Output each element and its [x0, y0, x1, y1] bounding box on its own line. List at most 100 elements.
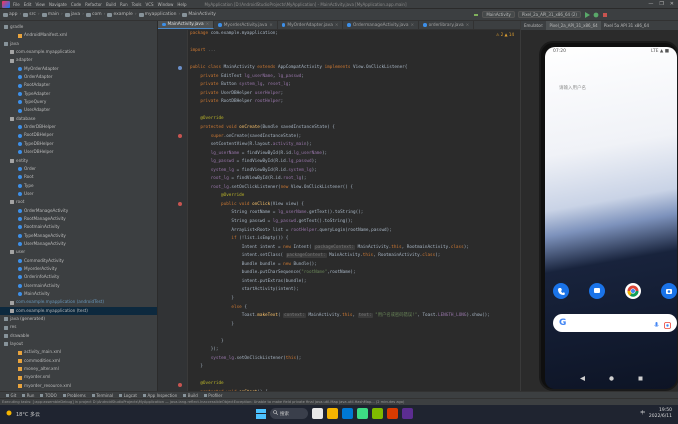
tool-window-button[interactable]: Git — [6, 393, 16, 398]
lens-icon[interactable] — [664, 314, 671, 333]
code-line[interactable]: else { — [190, 304, 520, 313]
hammer-icon[interactable] — [473, 12, 479, 18]
code-line[interactable]: private UserDBHelper userHelper; — [190, 90, 520, 99]
google-search-bar[interactable]: G — [553, 314, 677, 332]
project-tree-item[interactable]: user — [0, 248, 157, 256]
chrome-app-icon[interactable] — [625, 283, 641, 299]
project-tree-item[interactable]: RootmainActivity — [0, 223, 157, 231]
phone-screen[interactable]: 07:20 LTE ▲ ■ 请输入用户名 G — [545, 47, 677, 389]
override-marker-icon[interactable] — [178, 202, 182, 206]
menu-item-refactor[interactable]: Refactor — [85, 2, 102, 7]
breadcrumb-item[interactable]: MainActivity — [188, 12, 216, 17]
code-line[interactable]: bundle.putCharSequence("rootName",rootNa… — [190, 269, 520, 278]
project-tree-item[interactable]: OrderinfoActivity — [0, 273, 157, 281]
code-line[interactable]: private Button system_lg, reset_lg; — [190, 81, 520, 90]
run-icon[interactable] — [584, 11, 590, 18]
project-tree-item[interactable]: MyorderActivity — [0, 265, 157, 273]
code-line[interactable]: package com.example.myapplication; — [190, 30, 520, 39]
project-tree-item[interactable]: Order — [0, 165, 157, 173]
project-tree-item[interactable]: java — [0, 40, 157, 48]
code-line[interactable]: String rootName = lg_userName.getText().… — [190, 209, 520, 218]
code-line[interactable]: Bundle bundle = new Bundle(); — [190, 261, 520, 270]
project-tree-item[interactable]: myorder.xml — [0, 373, 157, 381]
project-tree-item[interactable]: root — [0, 198, 157, 206]
close-tab-icon[interactable]: × — [335, 21, 339, 29]
code-line[interactable]: intent.putExtras(bundle); — [190, 278, 520, 287]
code-editor[interactable]: package com.example.myapplication; impor… — [158, 30, 520, 391]
project-tree-item[interactable]: OrderDBHelper — [0, 123, 157, 131]
project-tree-item[interactable]: TypeDBHelper — [0, 140, 157, 148]
project-tree-item[interactable]: MainActivity — [0, 290, 157, 298]
device-select[interactable]: Pixel_2a_API_31_x86_64 (2) — [517, 11, 581, 18]
project-tree-item[interactable]: OrderAdapter — [0, 73, 157, 81]
code-line[interactable]: public class MainActivity extends AppCom… — [190, 64, 520, 73]
app-icon[interactable] — [402, 408, 413, 419]
code-line[interactable]: public void onClick(View view) { — [190, 201, 520, 210]
project-tree-item[interactable]: CommodityActivity — [0, 257, 157, 265]
editor-tab[interactable]: orderlibrary.java × — [419, 21, 475, 29]
android-studio-icon[interactable] — [357, 408, 368, 419]
code-area[interactable]: package com.example.myapplication; impor… — [190, 30, 520, 391]
code-line[interactable] — [190, 39, 520, 48]
override-marker-icon[interactable] — [178, 134, 182, 138]
close-button[interactable]: ✕ — [670, 1, 674, 7]
run-config-select[interactable]: MainActivity — [482, 11, 515, 18]
clock[interactable]: 19:50 2022/6/11 — [649, 408, 672, 420]
menu-item-file[interactable]: File — [13, 2, 20, 7]
task-view-icon[interactable] — [312, 408, 323, 419]
breadcrumb-item[interactable]: com — [92, 12, 102, 17]
breadcrumb-item[interactable]: src — [29, 12, 36, 17]
project-tree-item[interactable]: TypeAdapter — [0, 90, 157, 98]
camera-app-icon[interactable] — [661, 283, 677, 299]
code-line[interactable]: Toast.makeText( context: MainActivity.th… — [190, 312, 520, 321]
editor-tab[interactable]: MyorderActivity.java × — [214, 21, 278, 29]
breadcrumb-item[interactable]: example — [113, 12, 132, 17]
tool-window-button[interactable]: App Inspection — [143, 393, 177, 398]
tool-window-button[interactable]: Terminal — [91, 393, 113, 398]
code-line[interactable]: @Override — [190, 380, 520, 389]
code-line[interactable]: super.onCreate(savedInstanceState); — [190, 133, 520, 142]
debug-icon[interactable] — [593, 12, 599, 18]
code-line[interactable]: system_lg.setOnClickListener(this); — [190, 355, 520, 364]
override-marker-icon[interactable] — [178, 383, 182, 387]
code-line[interactable] — [190, 107, 520, 116]
project-tree-item[interactable]: gradle — [0, 23, 157, 31]
menu-item-view[interactable]: View — [35, 2, 45, 7]
breadcrumb-item[interactable]: myapplication — [145, 12, 177, 17]
project-tree-item[interactable]: com.example.myapplication (androidTest) — [0, 298, 157, 306]
project-tree-item[interactable]: Type — [0, 182, 157, 190]
line-gutter[interactable] — [158, 30, 188, 391]
project-tree-item[interactable]: java (generated) — [0, 315, 157, 323]
menu-item-help[interactable]: Help — [177, 2, 186, 7]
project-tree-item[interactable]: com.example.myapplication (test) — [0, 306, 157, 316]
project-tree-item[interactable]: TypeManageActivity — [0, 232, 157, 240]
code-line[interactable]: if (!list.isEmpty()) { — [190, 235, 520, 244]
breadcrumb-item[interactable]: java — [71, 12, 80, 17]
menu-item-navigate[interactable]: Navigate — [49, 2, 67, 7]
mic-icon[interactable] — [654, 314, 659, 333]
project-tree-item[interactable]: commodities.xml — [0, 357, 157, 365]
close-tab-icon[interactable]: × — [269, 21, 273, 29]
editor-tab[interactable]: MainActivity.java × — [158, 21, 215, 29]
code-line[interactable] — [190, 329, 520, 338]
menu-item-edit[interactable]: Edit — [24, 2, 32, 7]
project-tree-item[interactable]: RootDBHelper — [0, 131, 157, 139]
emulator-tab-2[interactable]: Pixel 5a API 31 x86_64 — [601, 23, 652, 28]
project-tree-item[interactable]: UsermainActivity — [0, 282, 157, 290]
recents-icon[interactable] — [638, 366, 643, 385]
code-line[interactable]: root_lg.setOnClickListener(new View.OnCl… — [190, 184, 520, 193]
back-icon[interactable] — [579, 366, 585, 385]
code-line[interactable]: Intent intent = new Intent( packageConte… — [190, 244, 520, 253]
tool-window-button[interactable]: TODO — [40, 393, 57, 398]
wechat-icon[interactable] — [372, 408, 383, 419]
class-marker-icon[interactable] — [178, 66, 182, 70]
project-tree-item[interactable]: money_alter.xml — [0, 365, 157, 373]
code-line[interactable]: private EditText lg_userName, lg_passwd; — [190, 73, 520, 82]
project-tree-item[interactable]: OrderManageActivity — [0, 207, 157, 215]
tool-window-button[interactable]: Logcat — [119, 393, 137, 398]
project-tree-item[interactable]: adapter — [0, 56, 157, 64]
project-tree-item[interactable]: UserAdapter — [0, 106, 157, 114]
weather-widget[interactable]: 18°C 多云 — [6, 410, 40, 418]
project-tree-item[interactable]: UserDBHelper — [0, 148, 157, 156]
close-tab-icon[interactable]: × — [206, 21, 210, 29]
